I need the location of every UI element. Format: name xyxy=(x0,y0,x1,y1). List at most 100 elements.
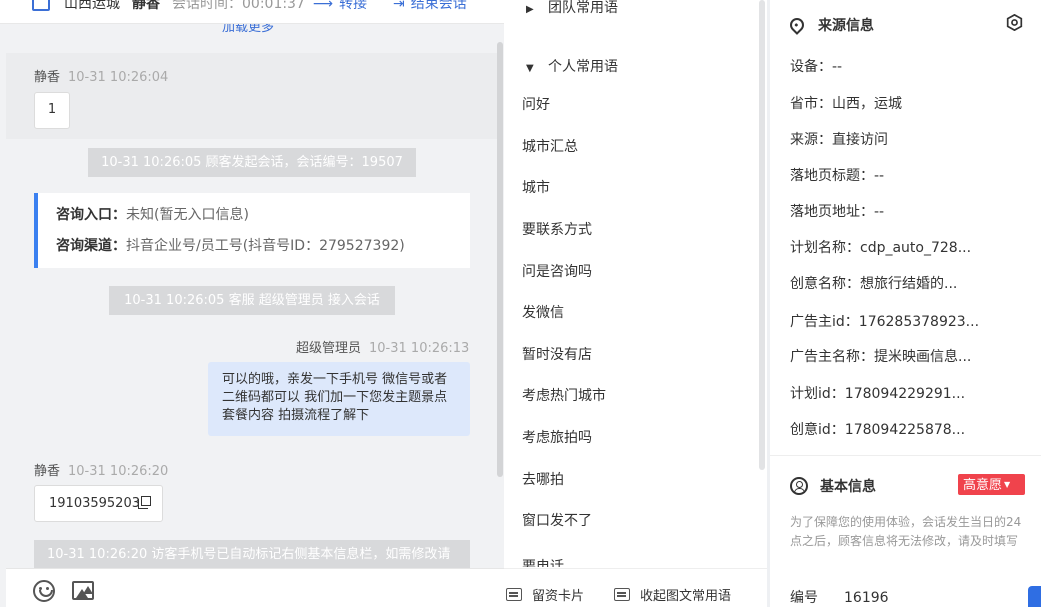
phrase-item[interactable]: 要电话 xyxy=(522,557,564,567)
chat-panel: 山西运城 静香 会话时间：00:01:37 ⟶ 转接 ⇥ 结束会话 加载更多 静香 1… xyxy=(0,0,504,607)
basic-info-title: 基本信息 xyxy=(790,476,876,496)
info-creative-id: 创意id：178094225878... xyxy=(790,419,1030,439)
caret-down-icon: ▼ xyxy=(1004,480,1011,489)
phrase-item[interactable]: 去哪拍 xyxy=(522,470,564,490)
team-phrases-group[interactable]: ▶ 团队常用语 xyxy=(526,0,618,17)
consult-channel: 咨询渠道：抖音企业号/员工号(抖音号ID：279527392) xyxy=(56,236,452,261)
info-advertiser-name: 广告主名称：提米映画信息... xyxy=(790,346,1030,366)
visitor-name: 静香 xyxy=(132,0,160,12)
phrase-item[interactable]: 城市 xyxy=(522,178,550,198)
consult-channel-value: 抖音企业号/员工号(抖音号ID：279527392) xyxy=(126,238,405,254)
message-meta: 静香 10-31 10:26:20 xyxy=(34,460,168,479)
info-label: 落地页地址： xyxy=(790,204,874,220)
info-value: -- xyxy=(874,204,885,220)
section-divider xyxy=(770,455,1041,456)
team-phrases-label: 团队常用语 xyxy=(548,0,618,16)
info-value: -- xyxy=(832,59,843,75)
transfer-label: 转接 xyxy=(338,0,367,12)
info-province-city: 省市：山西，运城 xyxy=(790,93,1030,113)
message-time: 10-31 10:26:04 xyxy=(68,70,169,85)
edit-notice: 为了保障您的使用体验，会话发生当日的24点之后，顾客信息将无法修改，请及时填写 xyxy=(790,515,1022,548)
phrases-scrollbar[interactable] xyxy=(759,0,765,470)
system-message: 10-31 10:26:05 客服 超级管理员 接入会话 xyxy=(109,286,395,315)
phrases-actions: 留资卡片 收起图文常用语 xyxy=(504,568,767,607)
transfer-icon: ⟶ xyxy=(312,0,333,12)
info-label: 创意名称： xyxy=(790,276,860,292)
phrase-item[interactable]: 考虑旅拍吗 xyxy=(522,428,592,448)
consult-entry-label: 咨询入口： xyxy=(56,207,126,223)
info-plan-name: 计划名称：cdp_auto_728... xyxy=(790,237,1030,257)
info-landing-url: 落地页地址：-- xyxy=(790,201,1030,221)
image-icon[interactable] xyxy=(72,581,94,600)
info-label: 落地页标题： xyxy=(790,168,874,184)
message-sender: 超级管理员 xyxy=(296,341,362,356)
info-creative-name: 创意名称：想旅行结婚的... xyxy=(790,273,1030,293)
caret-down-icon: ▼ xyxy=(526,63,534,74)
phrase-item[interactable]: 问是咨询吗 xyxy=(522,262,592,282)
intent-level-label: 高意愿 xyxy=(963,478,1003,493)
message-bubble: 19103595203 xyxy=(34,485,163,522)
info-label: 计划名称： xyxy=(790,240,860,256)
system-message: 10-31 10:26:05 顾客发起会话，会话编号：19507 xyxy=(88,148,416,177)
copy-icon[interactable] xyxy=(140,496,151,506)
basic-info-label: 基本信息 xyxy=(820,479,876,495)
info-plan-id: 计划id：178094229291... xyxy=(790,383,1030,403)
consult-entry-value: 未知(暂无入口信息) xyxy=(126,207,249,223)
info-label: 设备： xyxy=(790,59,832,75)
info-value: 178094225878... xyxy=(844,422,966,438)
info-serial: 编号 16196 xyxy=(790,587,1030,607)
info-value: -- xyxy=(874,168,885,184)
phrases-panel: ▶ 团队常用语 ▼ 个人常用语 问好 城市汇总 城市 要联系方式 问是咨询吗 发微信… xyxy=(504,0,767,607)
info-value: 想旅行结婚的... xyxy=(860,276,958,292)
phrase-item[interactable]: 问好 xyxy=(522,95,550,115)
message-time: 10-31 10:26:13 xyxy=(369,341,470,356)
info-label: 编号 xyxy=(790,590,818,606)
intent-level-dropdown[interactable]: 高意愿 ▼ xyxy=(958,474,1025,495)
message-meta: 超级管理员 10-31 10:26:13 xyxy=(296,337,469,356)
source-info-title: 来源信息 xyxy=(787,15,874,35)
phrase-item[interactable]: 发微信 xyxy=(522,303,564,323)
message-sender: 静香 xyxy=(34,70,61,85)
personal-phrases-group[interactable]: ▼ 个人常用语 xyxy=(526,56,618,76)
floating-action-button[interactable] xyxy=(1028,586,1041,607)
caret-right-icon: ▶ xyxy=(526,4,534,15)
system-message: 10-31 10:26:20 访客手机号已自动标记右侧基本信息栏，如需修改请在基… xyxy=(34,540,470,570)
message-meta: 静香 10-31 10:26:04 xyxy=(34,66,168,85)
consult-channel-label: 咨询渠道： xyxy=(56,238,126,254)
location-pin-icon xyxy=(787,15,807,35)
user-icon xyxy=(790,477,808,495)
chat-scrollbar[interactable] xyxy=(497,42,503,477)
load-more-link[interactable]: 加载更多 xyxy=(222,24,274,38)
phrase-item[interactable]: 暂时没有店 xyxy=(522,345,592,365)
phrase-item[interactable]: 考虑热门城市 xyxy=(522,386,606,406)
info-label: 创意id： xyxy=(790,422,845,438)
agent-message-bubble: 可以的哦，亲发一下手机号 微信号或者二维码都可以 我们加一下您发主题景点 套餐内… xyxy=(208,362,470,436)
lead-card-button[interactable]: 留资卡片 xyxy=(506,585,584,604)
info-value: 山西，运城 xyxy=(832,96,902,112)
phone-number: 19103595203 xyxy=(49,496,140,511)
phrase-item[interactable]: 城市汇总 xyxy=(522,137,578,157)
message-sender: 静香 xyxy=(34,464,61,479)
info-advertiser-id: 广告主id：176285378923... xyxy=(790,311,1030,331)
phrase-item[interactable]: 窗口发不了 xyxy=(522,511,592,531)
info-label: 来源： xyxy=(790,132,832,148)
exit-icon: ⇥ xyxy=(392,0,405,12)
transfer-button[interactable]: ⟶ 转接 xyxy=(313,0,367,13)
info-value: 16196 xyxy=(844,590,889,606)
emoji-icon[interactable] xyxy=(33,580,55,602)
collapse-phrases-button[interactable]: 收起图文常用语 xyxy=(614,585,731,604)
info-device: 设备：-- xyxy=(790,56,1030,76)
monitor-icon xyxy=(32,0,50,11)
collapse-phrases-label: 收起图文常用语 xyxy=(640,589,732,604)
settings-icon[interactable] xyxy=(1006,14,1023,31)
end-session-button[interactable]: ⇥ 结束会话 xyxy=(393,0,467,13)
chat-header: 山西运城 静香 会话时间：00:01:37 ⟶ 转接 ⇥ 结束会话 xyxy=(0,0,504,24)
phrase-item[interactable]: 要联系方式 xyxy=(522,220,592,240)
consult-info-card: 咨询入口：未知(暂无入口信息) 咨询渠道：抖音企业号/员工号(抖音号ID：279… xyxy=(34,193,470,268)
message-bubble: 1 xyxy=(34,92,70,129)
chat-toolbar xyxy=(6,568,504,607)
lead-card-label: 留资卡片 xyxy=(532,589,585,604)
info-value: 178094229291... xyxy=(844,386,966,402)
consult-entry: 咨询入口：未知(暂无入口信息) xyxy=(56,205,452,230)
info-label: 广告主id： xyxy=(790,314,859,330)
